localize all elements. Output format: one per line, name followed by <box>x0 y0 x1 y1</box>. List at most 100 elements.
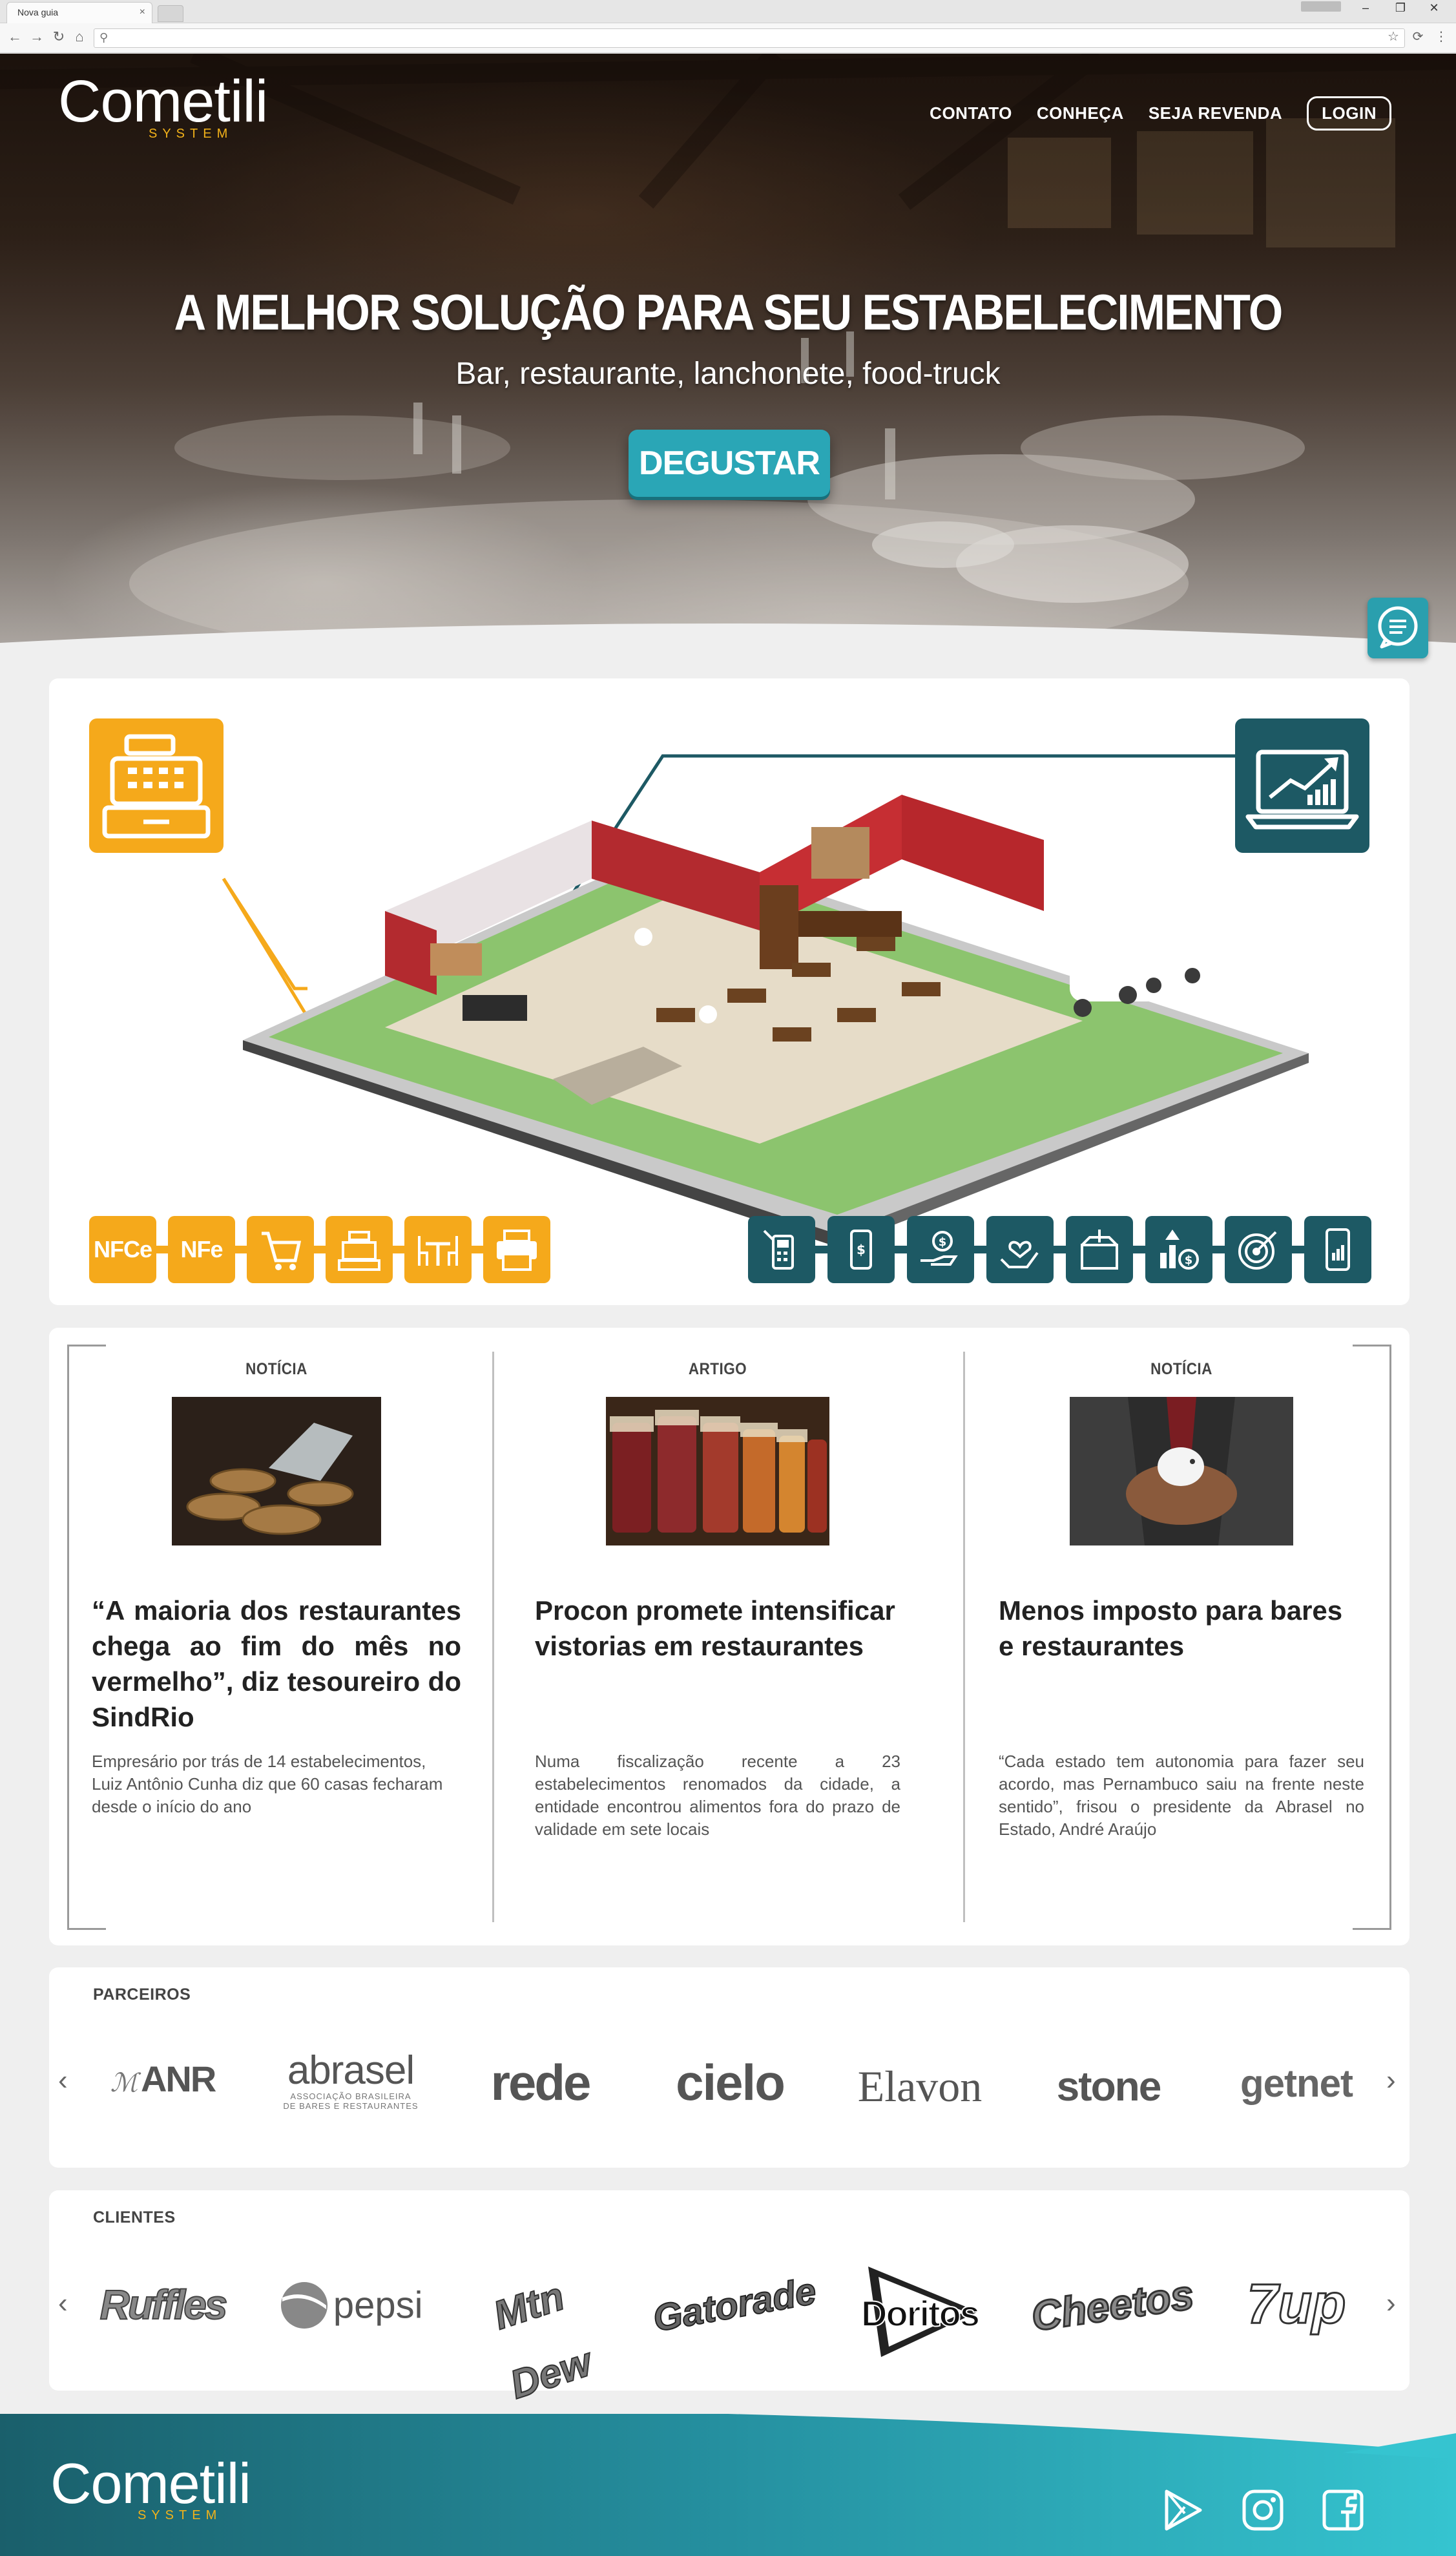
tab-close-icon[interactable]: × <box>140 3 145 22</box>
nfce-tile[interactable]: NFCe <box>89 1216 156 1283</box>
restaurant-isometric-illustration <box>222 754 1309 1247</box>
cash-register-icon <box>102 734 211 839</box>
register-tile[interactable] <box>326 1216 393 1283</box>
partner-logo-stone[interactable]: stone <box>1031 2060 1186 2112</box>
connector <box>1292 1246 1305 1253</box>
tab-title: Nova guia <box>17 7 59 17</box>
partner-logo-getnet[interactable]: getnet <box>1222 2058 1371 2110</box>
svg-text:$: $ <box>1185 1253 1193 1267</box>
clients-next-button[interactable]: › <box>1386 2287 1396 2320</box>
clients-prev-button[interactable]: ‹ <box>58 2287 68 2320</box>
partner-logo-rede[interactable]: rede <box>463 2057 618 2108</box>
hand-heart-tile[interactable] <box>986 1216 1054 1283</box>
tables-tile[interactable] <box>404 1216 472 1283</box>
news-card[interactable]: ARTIGO Procon promete intensificar visto… <box>535 1328 900 1945</box>
facebook-link[interactable] <box>1320 2488 1366 2533</box>
instagram-link[interactable] <box>1240 2488 1285 2533</box>
connector <box>1133 1246 1146 1253</box>
news-title[interactable]: Procon promete intensificar vistorias em… <box>535 1593 900 1664</box>
client-logo-doritos[interactable]: Doritos <box>842 2260 997 2363</box>
nfe-tile[interactable]: NFe <box>168 1216 235 1283</box>
partners-label: PARCEIROS <box>93 1985 191 2004</box>
printer-tile[interactable] <box>483 1216 550 1283</box>
partner-logo-cielo[interactable]: cielo <box>652 2057 807 2108</box>
connector <box>156 1246 169 1253</box>
client-logo-gatorade[interactable]: Gatorade <box>647 2257 820 2354</box>
reload-icon[interactable]: ↻ <box>49 28 68 45</box>
browser-tab[interactable]: Nova guia × <box>6 2 152 23</box>
connector <box>1054 1246 1066 1253</box>
news-description: “Cada estado tem autonomia para fazer se… <box>999 1752 1364 1839</box>
partners-panel: PARCEIROS ‹ › ℳ ANR abrasel ASSOCIAÇÃO B… <box>49 1967 1409 2168</box>
client-name: Doritos <box>860 2292 981 2334</box>
cash-register-tile[interactable] <box>89 718 224 853</box>
new-tab-button[interactable] <box>158 5 183 22</box>
clients-label: CLIENTES <box>93 2208 176 2226</box>
news-title[interactable]: “A maioria dos restaurantes chega ao fim… <box>92 1593 461 1735</box>
client-logo-mtn-dew[interactable]: Mtn Dew <box>444 2248 636 2431</box>
cart-tile[interactable] <box>247 1216 314 1283</box>
connector <box>314 1246 327 1253</box>
tables-icon <box>418 1236 458 1266</box>
box-tile[interactable] <box>1066 1216 1133 1283</box>
laptop-analytics-tile[interactable] <box>1235 718 1369 853</box>
connector <box>235 1246 248 1253</box>
news-title[interactable]: Menos imposto para bares e restaurantes <box>999 1593 1364 1664</box>
nav-seja-revenda[interactable]: SEJA REVENDA <box>1149 103 1282 123</box>
mobile-payment-icon: $ <box>850 1230 872 1270</box>
close-window-icon[interactable]: ✕ <box>1421 1 1447 15</box>
partner-subtext: DE BARES E RESTAURANTES <box>283 2101 419 2111</box>
connector <box>393 1246 406 1253</box>
svg-text:$: $ <box>857 1242 866 1257</box>
pos-terminal-tile[interactable] <box>748 1216 815 1283</box>
partners-prev-button[interactable]: ‹ <box>58 2064 68 2097</box>
restore-icon[interactable]: ❐ <box>1388 1 1413 15</box>
star-icon[interactable]: ☆ <box>1384 28 1403 45</box>
smartphone-chart-tile[interactable] <box>1304 1216 1371 1283</box>
footer-logo[interactable]: Cometili SYSTEM <box>50 2455 251 2523</box>
logo-wordmark: Cometili <box>58 68 268 134</box>
client-logo-cheetos[interactable]: Cheetos <box>1027 2260 1198 2352</box>
header-logo[interactable]: Cometili SYSTEM <box>58 68 268 141</box>
partner-logo-anr[interactable]: ℳ ANR <box>92 2058 234 2100</box>
hero-title: A MELHOR SOLUÇÃO PARA SEU ESTABELECIMENT… <box>174 284 1283 340</box>
client-logo-7up[interactable]: 7up <box>1222 2265 1371 2343</box>
features-panel: NFCe NFe $ $ $ <box>49 678 1409 1305</box>
news-card[interactable]: NOTÍCIA “A maioria dos restaurantes cheg… <box>92 1328 461 1945</box>
connector <box>472 1246 484 1253</box>
address-bar[interactable]: ⚲ <box>94 28 1405 48</box>
news-description: Empresário por trás de 14 estabeleciment… <box>92 1752 443 1816</box>
connector <box>1212 1246 1225 1253</box>
client-logo-ruffles[interactable]: Ruffles <box>92 2276 234 2334</box>
back-icon[interactable]: ← <box>5 28 25 45</box>
play-store-link[interactable] <box>1160 2488 1205 2533</box>
login-button[interactable]: LOGIN <box>1307 96 1391 131</box>
growth-money-tile[interactable]: $ <box>1145 1216 1212 1283</box>
chat-icon <box>1378 606 1418 649</box>
hand-money-icon: $ <box>920 1231 958 1266</box>
news-panel: NOTÍCIA “A maioria dos restaurantes cheg… <box>49 1328 1409 1945</box>
connector <box>974 1246 987 1253</box>
hand-money-tile[interactable]: $ <box>907 1216 974 1283</box>
partner-logo-abrasel[interactable]: abrasel ASSOCIAÇÃO BRASILEIRA DE BARES E… <box>276 2050 425 2111</box>
extension-icon[interactable]: ⟳ <box>1408 28 1428 45</box>
svg-text:$: $ <box>939 1235 947 1249</box>
logo-tagline: SYSTEM <box>149 127 233 141</box>
target-tile[interactable] <box>1225 1216 1292 1283</box>
mobile-payment-tile[interactable]: $ <box>827 1216 895 1283</box>
client-logo-pepsi[interactable]: pepsi <box>276 2279 425 2331</box>
degustar-button[interactable]: DEGUSTAR <box>629 430 830 497</box>
hero-curve <box>0 623 1456 655</box>
home-icon[interactable]: ⌂ <box>70 28 89 45</box>
menu-icon[interactable]: ⋮ <box>1431 28 1451 45</box>
partner-subtext: ASSOCIAÇÃO BRASILEIRA <box>290 2091 411 2101</box>
news-divider <box>492 1352 494 1922</box>
chat-button[interactable] <box>1368 598 1428 658</box>
minimize-icon[interactable]: – <box>1353 1 1378 15</box>
partners-next-button[interactable]: › <box>1386 2064 1396 2097</box>
nav-conheca[interactable]: CONHEÇA <box>1037 103 1124 123</box>
nav-contato[interactable]: CONTATO <box>930 103 1012 123</box>
news-card[interactable]: NOTÍCIA Menos imposto para bares e resta… <box>999 1328 1364 1945</box>
forward-icon[interactable]: → <box>27 28 47 45</box>
partner-logo-elavon[interactable]: Elavon <box>842 2060 997 2112</box>
